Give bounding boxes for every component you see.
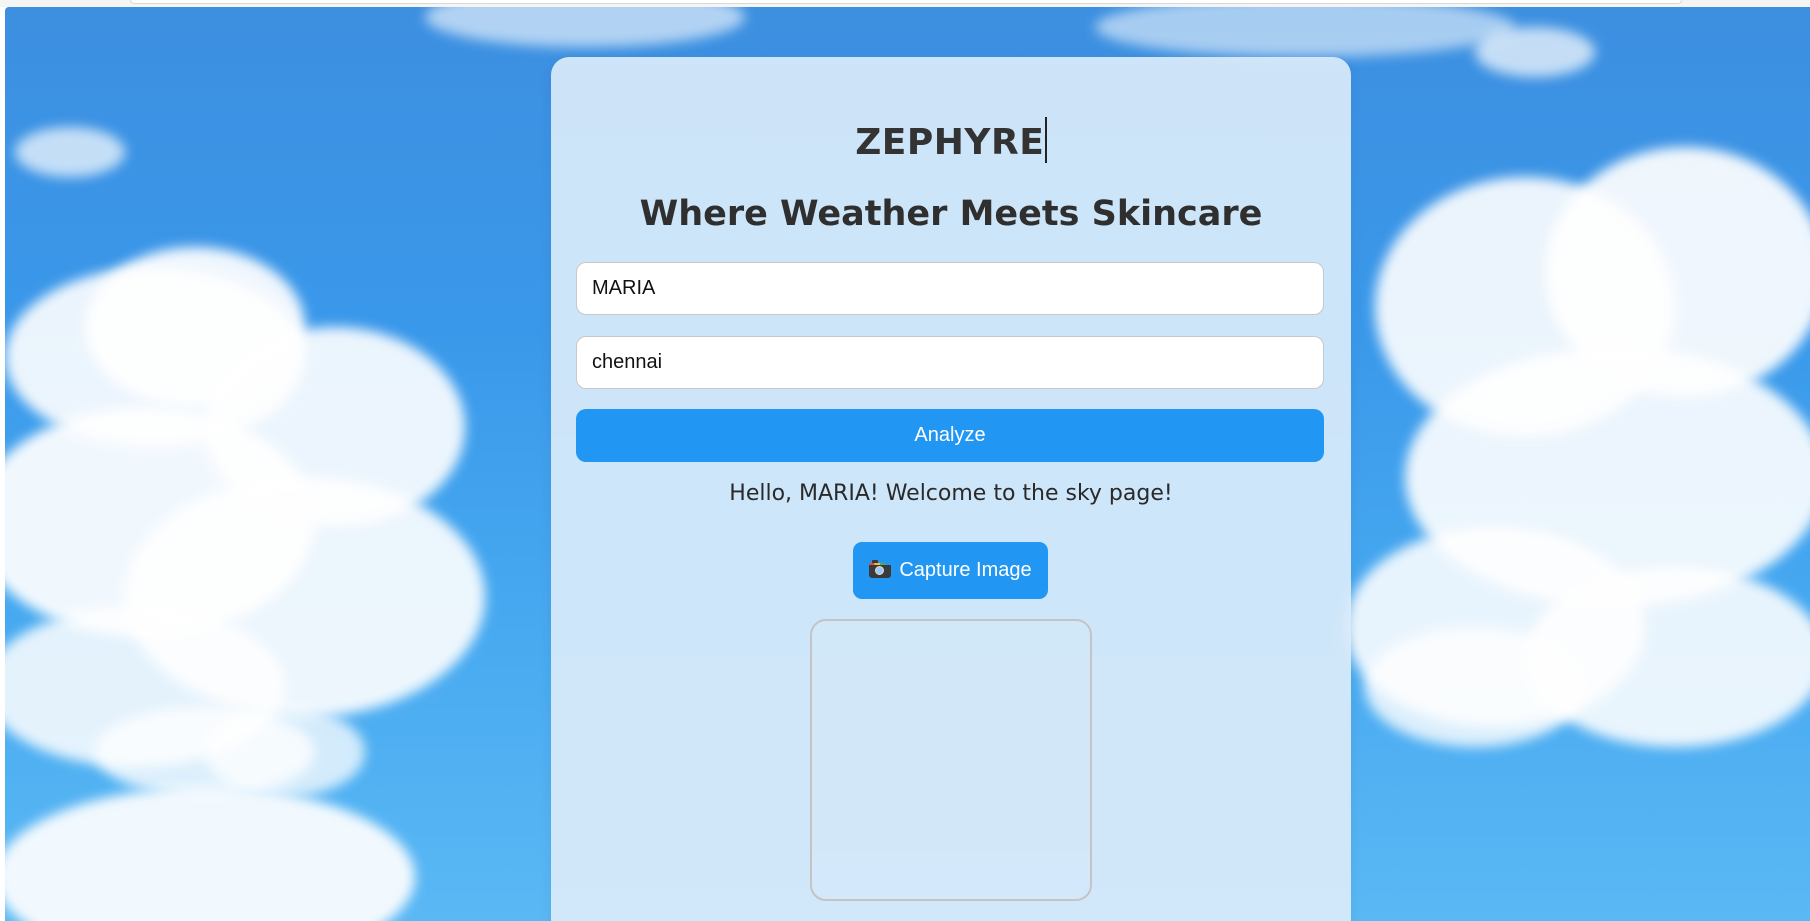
browser-toolbar-edge (130, 0, 1682, 4)
brand-title: ZEPHYRE (551, 117, 1351, 163)
tagline: Where Weather Meets Skincare (639, 194, 1263, 234)
capture-image-label: Capture Image (899, 559, 1032, 581)
greeting-message: Hello, MARIA! Welcome to the sky page! (729, 481, 1173, 506)
camera-icon (869, 560, 892, 578)
main-card: ZEPHYRE Where Weather Meets Skincare Ana… (551, 57, 1351, 921)
city-input[interactable] (576, 336, 1324, 389)
text-cursor (1045, 117, 1047, 163)
capture-image-button[interactable]: Capture Image (853, 542, 1048, 599)
analyze-button[interactable]: Analyze (576, 409, 1324, 462)
brand-text: ZEPHYRE (855, 122, 1045, 163)
image-preview-box (810, 619, 1092, 901)
page: ZEPHYRE Where Weather Meets Skincare Ana… (0, 0, 1810, 921)
name-input[interactable] (576, 262, 1324, 315)
browser-top-strip (0, 0, 1810, 7)
